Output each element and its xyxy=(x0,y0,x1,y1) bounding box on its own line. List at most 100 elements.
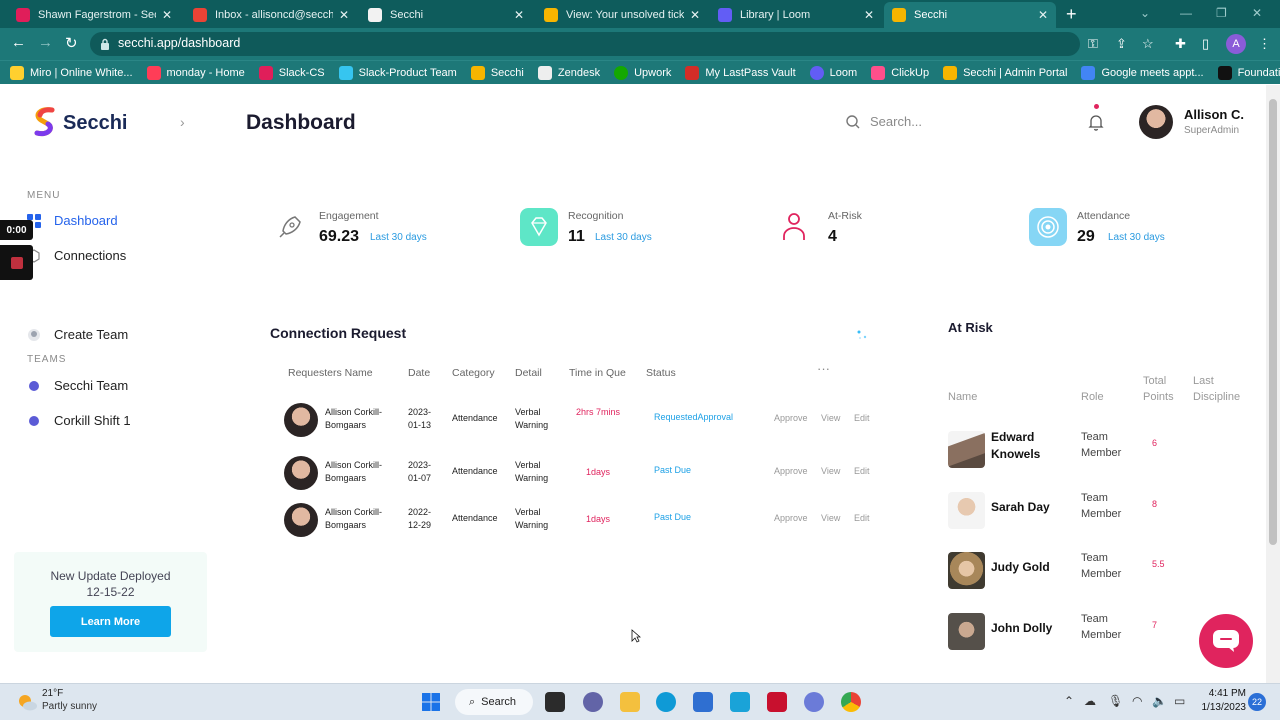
view-button[interactable]: View xyxy=(821,513,840,523)
minimize-icon[interactable]: — xyxy=(1180,6,1192,20)
share-icon[interactable]: ⇪ xyxy=(1116,36,1127,52)
close-tab-icon[interactable]: ✕ xyxy=(1038,8,1048,22)
more-options-icon[interactable]: ··· xyxy=(817,361,830,376)
file-explorer-icon[interactable] xyxy=(620,692,640,712)
new-tab-icon[interactable]: + xyxy=(1066,4,1077,25)
column-header-detail[interactable]: Detail xyxy=(515,367,542,379)
column-header-last-discipline[interactable]: Last Discipline xyxy=(1193,373,1253,405)
app-a-icon[interactable] xyxy=(804,692,824,712)
user-name[interactable]: Allison C. xyxy=(1184,107,1244,122)
chrome-menu-icon[interactable]: ⋮ xyxy=(1258,36,1271,52)
approve-button[interactable]: Approve xyxy=(774,413,808,423)
sidebar-item-dashboard[interactable]: Dashboard xyxy=(27,213,118,228)
bookmark-google-meet[interactable]: Google meets appt... xyxy=(1081,65,1204,80)
column-header-name[interactable]: Name xyxy=(948,389,977,405)
back-icon[interactable]: ← xyxy=(11,34,26,51)
bookmark-upwork[interactable]: Upwork xyxy=(614,65,671,80)
tab-search-icon[interactable]: ⌄ xyxy=(1140,6,1150,20)
close-window-icon[interactable]: ✕ xyxy=(1252,6,1262,20)
bookmark-secchi[interactable]: Secchi xyxy=(470,65,524,80)
close-tab-icon[interactable]: ✕ xyxy=(864,8,874,22)
user-avatar[interactable] xyxy=(1139,105,1173,139)
chevron-right-icon[interactable]: › xyxy=(180,114,185,130)
column-header-time-in-que[interactable]: Time in Que xyxy=(569,367,626,379)
extensions-icon[interactable]: ✚ xyxy=(1175,36,1186,52)
edit-button[interactable]: Edit xyxy=(854,513,870,523)
approve-button[interactable]: Approve xyxy=(774,466,808,476)
browser-tab-2[interactable]: Inbox - allisoncd@secchi.io ✕ xyxy=(185,2,357,28)
approve-button[interactable]: Approve xyxy=(774,513,808,523)
wifi-icon[interactable]: ◠ xyxy=(1132,694,1142,708)
browser-tab-1[interactable]: Shawn Fagerstrom - Secchi ✕ xyxy=(8,2,180,28)
notification-count-badge[interactable]: 22 xyxy=(1248,693,1266,711)
clock-time[interactable]: 4:41 PM xyxy=(1204,688,1246,699)
bookmark-slack-product[interactable]: Slack-Product Team xyxy=(338,65,457,80)
browser-tab-4[interactable]: View: Your unsolved tickets ✕ xyxy=(536,2,708,28)
edit-button[interactable]: Edit xyxy=(854,466,870,476)
url-text[interactable]: secchi.app/dashboard xyxy=(118,36,240,50)
maximize-icon[interactable]: ❐ xyxy=(1216,6,1227,20)
browser-tab-5[interactable]: Library | Loom ✕ xyxy=(710,2,882,28)
at-risk-row[interactable]: Sarah Day Team Member 8 xyxy=(948,490,1248,530)
bookmark-slack-cs[interactable]: Slack-CS xyxy=(258,65,325,80)
profile-avatar[interactable]: A xyxy=(1226,34,1246,54)
clock-date[interactable]: 1/13/2023 xyxy=(1196,702,1247,713)
battery-icon[interactable]: ▭ xyxy=(1174,694,1185,708)
close-tab-icon[interactable]: ✕ xyxy=(162,8,172,22)
store-icon[interactable] xyxy=(693,692,713,712)
column-header-status[interactable]: Status xyxy=(646,367,676,379)
reload-icon[interactable]: ↻ xyxy=(65,34,78,52)
bookmark-monday[interactable]: monday - Home xyxy=(146,65,245,80)
teams-chat-icon[interactable] xyxy=(583,692,603,712)
close-tab-icon[interactable]: ✕ xyxy=(514,8,524,22)
search-input[interactable] xyxy=(870,114,990,129)
bookmark-secchi-admin[interactable]: Secchi | Admin Portal xyxy=(943,65,1067,80)
create-team-button[interactable]: Create Team xyxy=(27,327,128,342)
onedrive-icon[interactable]: ☁ xyxy=(1084,694,1096,708)
windows-start-icon[interactable] xyxy=(421,692,441,712)
taskbar-search[interactable]: ⌕ Search xyxy=(455,689,533,715)
column-header-date[interactable]: Date xyxy=(408,367,430,379)
page-scrollbar[interactable] xyxy=(1266,85,1280,683)
app-l-icon[interactable] xyxy=(730,692,750,712)
bookmark-miro[interactable]: Miro | Online White... xyxy=(10,65,133,80)
microphone-icon[interactable]: 🎙 xyxy=(1108,694,1123,708)
bookmark-loom[interactable]: Loom xyxy=(809,65,857,80)
weather-temperature[interactable]: 21°F xyxy=(42,688,63,699)
forward-icon[interactable]: → xyxy=(38,34,53,51)
column-header-role[interactable]: Role xyxy=(1081,389,1104,405)
weather-description[interactable]: Partly sunny xyxy=(42,701,97,712)
partly-sunny-icon[interactable] xyxy=(16,692,38,712)
view-button[interactable]: View xyxy=(821,466,840,476)
browser-tab-6-active[interactable]: Secchi ✕ xyxy=(884,2,1056,28)
show-hidden-icons-icon[interactable]: ⌃ xyxy=(1064,694,1074,708)
mcafee-icon[interactable] xyxy=(767,692,787,712)
bookmark-star-icon[interactable]: ☆ xyxy=(1142,36,1154,52)
sidebar-item-secchi-team[interactable]: Secchi Team xyxy=(27,378,128,393)
at-risk-row[interactable]: Judy Gold Team Member 5.5 xyxy=(948,550,1248,590)
bookmark-foundational[interactable]: Foundational Supp... xyxy=(1217,65,1280,80)
search-box[interactable] xyxy=(846,114,990,129)
task-view-icon[interactable] xyxy=(545,692,565,712)
edge-icon[interactable] xyxy=(656,692,676,712)
chat-button[interactable] xyxy=(1199,614,1253,668)
logo-text[interactable]: Secchi xyxy=(63,112,127,135)
key-icon[interactable]: ⚿ xyxy=(1088,36,1098,52)
column-header-category[interactable]: Category xyxy=(452,367,495,379)
view-button[interactable]: View xyxy=(821,413,840,423)
volume-icon[interactable]: 🔈 xyxy=(1152,694,1167,708)
edit-button[interactable]: Edit xyxy=(854,413,870,423)
bookmark-lastpass[interactable]: My LastPass Vault xyxy=(685,65,796,80)
bell-icon[interactable] xyxy=(1088,113,1104,131)
secchi-logo-icon[interactable] xyxy=(32,107,58,137)
close-tab-icon[interactable]: ✕ xyxy=(690,8,700,22)
bookmark-clickup[interactable]: ClickUp xyxy=(871,65,929,80)
close-tab-icon[interactable]: ✕ xyxy=(339,8,349,22)
chrome-icon[interactable] xyxy=(841,692,861,712)
stop-recording-button[interactable] xyxy=(0,245,33,280)
learn-more-button[interactable]: Learn More xyxy=(50,606,171,637)
column-header-total-points[interactable]: Total Points xyxy=(1143,373,1183,405)
scrollbar-thumb[interactable] xyxy=(1269,99,1277,545)
side-panel-icon[interactable]: ▯ xyxy=(1202,36,1209,52)
bookmark-zendesk[interactable]: Zendesk xyxy=(537,65,600,80)
